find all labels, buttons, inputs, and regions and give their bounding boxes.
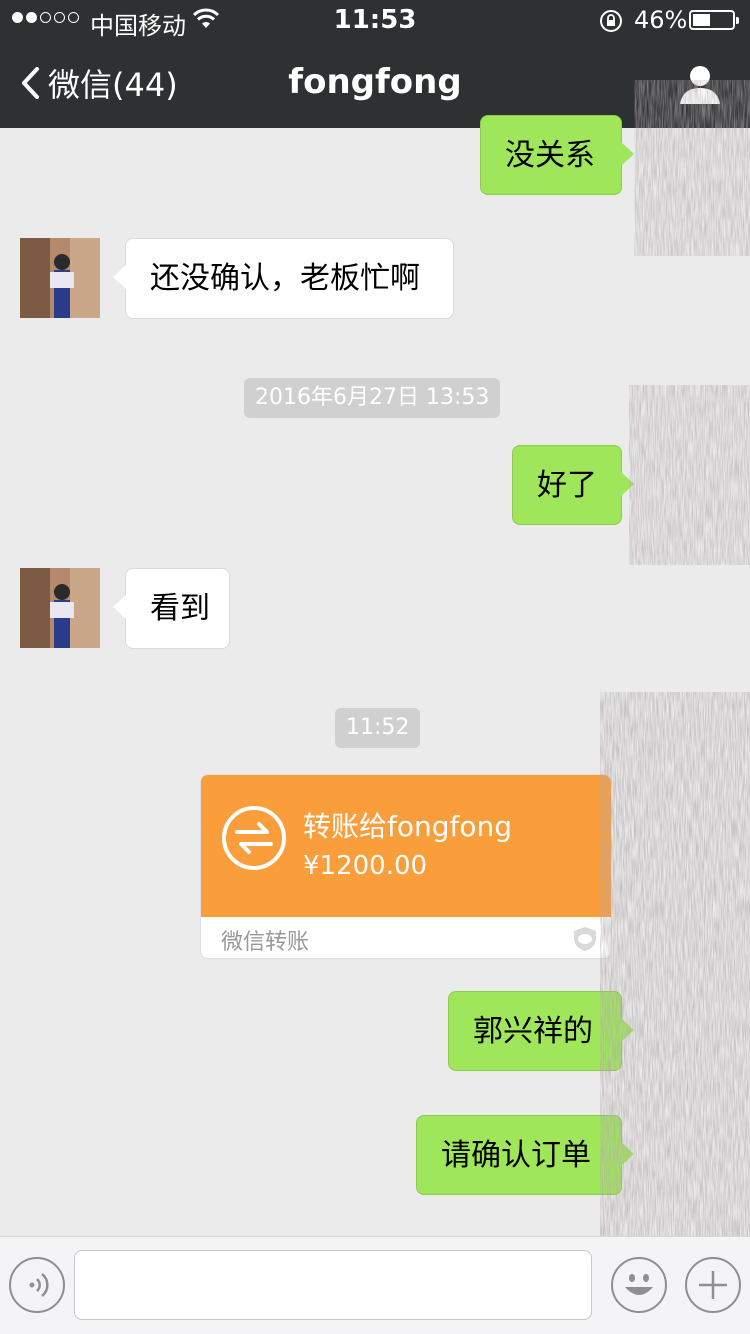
voice-toggle-button[interactable] (9, 1257, 65, 1313)
plus-icon (699, 1271, 727, 1299)
message-input[interactable] (74, 1250, 592, 1320)
avatar[interactable] (20, 238, 100, 318)
transfer-card-footer: 微信转账 (201, 917, 611, 958)
timestamp-text: 2016年6月27日 13:53 (255, 385, 490, 410)
timestamp-text: 11:52 (346, 715, 410, 740)
status-bar: 中国移动 11:53 46% (0, 0, 750, 40)
voice-icon (29, 1273, 49, 1297)
message-text: 没关系 (505, 138, 595, 173)
more-button[interactable] (685, 1257, 741, 1313)
message-bubble-incoming[interactable]: 还没确认，老板忙啊 (113, 238, 454, 319)
rotation-lock-icon (600, 10, 622, 32)
input-bar (0, 1236, 750, 1334)
message-text: 还没确认，老板忙啊 (150, 261, 420, 296)
avatar-image (20, 568, 100, 648)
emoji-button[interactable] (611, 1257, 667, 1313)
profile-icon[interactable] (678, 62, 722, 106)
top-bar: 中国移动 11:53 46% 微信(44) fongfong (0, 0, 750, 128)
wechat-logo-icon (574, 927, 596, 951)
message-text: 好了 (537, 468, 597, 503)
message-bubble-outgoing[interactable]: 好了 (512, 445, 634, 525)
message-bubble-outgoing[interactable]: 郭兴祥的 (448, 991, 634, 1071)
transfer-card[interactable]: 转账给fongfong ¥1200.00 微信转账 (200, 774, 612, 959)
timestamp: 11:52 (335, 708, 421, 748)
transfer-arrows-icon (222, 806, 286, 870)
message-bubble-outgoing[interactable]: 没关系 (480, 115, 634, 195)
avatar-image (20, 238, 100, 318)
transfer-caption: 微信转账 (221, 930, 310, 955)
avatar[interactable] (20, 568, 100, 648)
smiley-icon (625, 1274, 653, 1295)
message-text: 郭兴祥的 (473, 1014, 593, 1049)
transfer-amount: ¥1200.00 (303, 851, 428, 881)
redaction-scribble (610, 80, 750, 1220)
nav-bar: 微信(44) fongfong (0, 40, 750, 128)
transfer-card-top: 转账给fongfong ¥1200.00 (201, 775, 611, 917)
message-text: 看到 (150, 591, 210, 626)
message-text: 请确认订单 (441, 1138, 591, 1173)
transfer-label: 转账给fongfong (303, 810, 513, 843)
message-bubble-incoming[interactable]: 看到 (113, 568, 230, 649)
message-bubble-outgoing[interactable]: 请确认订单 (416, 1115, 634, 1195)
battery-icon (689, 10, 739, 30)
chat-title: fongfong (288, 62, 462, 102)
chat-screen: 中国移动 11:53 46% 微信(44) fongfong 没关系 还没确认，… (0, 0, 750, 1334)
battery-percent: 46% (634, 6, 688, 34)
timestamp: 2016年6月27日 13:53 (244, 378, 501, 418)
